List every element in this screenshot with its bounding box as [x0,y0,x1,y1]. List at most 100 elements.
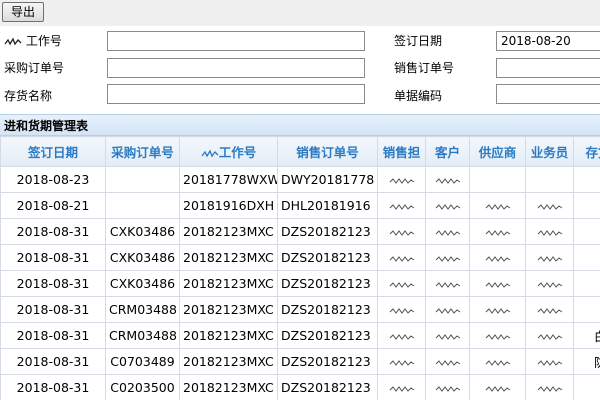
redacted-scribble-icon [537,385,562,392]
redacted-scribble-icon [485,307,510,314]
cell-sign-date: 2018-08-23 [0,166,106,193]
redacted-scribble-icon [389,307,414,314]
cell-sales-order: DZS20182123 [277,270,378,297]
sign-date-input[interactable]: 2018-08-20 [496,31,600,51]
redacted-scribble-icon [389,281,414,288]
sign-date-value: 2018-08-20 [501,34,571,48]
cell-sales-order: DZS20182123 [277,296,378,323]
col-sales-order[interactable]: 销售订单号 [277,136,378,167]
col-sales-rep[interactable]: 销售担 [377,136,426,167]
cell-sign-date: 2018-08-31 [0,244,106,271]
cell-inventory: 手 [573,244,600,271]
col-work-no[interactable]: 工作号 [179,136,278,167]
cell-customer [425,374,470,400]
col-inventory[interactable]: 存货 [573,136,600,167]
redacted-scribble-icon [435,385,460,392]
cell-sales-rep [377,374,426,400]
work-no-label-text: 工作号 [25,34,62,48]
table-row[interactable]: 2018-08-23 20181778WXW DWY20181778 [0,166,600,193]
toolbar: 导出 [0,0,600,27]
cell-inventory: 活 [573,296,600,323]
doc-code-input[interactable] [496,84,600,104]
redacted-scribble-icon [389,255,414,262]
cell-salesperson [525,244,574,271]
cell-supplier [469,348,526,375]
panel-title: 进和货期管理表 [0,114,600,136]
data-grid: 签订日期 采购订单号 工作号 销售订单号 销售担 客户 供应商 业务员 存货 2… [0,136,600,400]
cell-salesperson [525,296,574,323]
cell-inventory [573,166,600,193]
redacted-scribble-icon [485,359,510,366]
cell-supplier [469,296,526,323]
sales-order-input[interactable] [496,58,600,78]
cell-work-no: 20182123MXC [179,244,278,271]
redacted-scribble-icon [435,333,460,340]
redacted-scribble-icon [389,385,414,392]
redacted-scribble-icon [537,255,562,262]
redacted-scribble-icon [435,281,460,288]
work-no-input[interactable] [107,31,365,51]
cell-salesperson [525,374,574,400]
cell-sales-rep [377,270,426,297]
table-row[interactable]: 2018-08-31 CXK03486 20182123MXC DZS20182123… [0,218,600,245]
cell-sales-order: DZS20182123 [277,218,378,245]
cell-sign-date: 2018-08-31 [0,218,106,245]
cell-sales-rep [377,296,426,323]
inventory-name-input[interactable] [107,84,365,104]
table-row[interactable]: 2018-08-31 CXK03486 20182123MXC DZS20182123… [0,244,600,271]
col-sign-date[interactable]: 签订日期 [0,136,106,167]
cell-sign-date: 2018-08-31 [0,374,106,400]
cell-salesperson [525,166,574,193]
cell-supplier [469,166,526,193]
col-customer[interactable]: 客户 [425,136,470,167]
cell-work-no: 20182123MXC [179,374,278,400]
cell-purchase-order [105,166,180,193]
table-row[interactable]: 2018-08-21 20181916DXH DHL20181916 [0,192,600,219]
redacted-scribble-icon [485,333,510,340]
cell-purchase-order: CRM03488 [105,296,180,323]
work-no-label: 工作号 [4,33,62,49]
redacted-scribble-icon [537,307,562,314]
redacted-scribble-icon [537,359,562,366]
cell-sales-rep [377,192,426,219]
redacted-scribble-icon [485,385,510,392]
cell-work-no: 20181778WXW [179,166,278,193]
cell-supplier [469,270,526,297]
cell-purchase-order: CXK03486 [105,244,180,271]
cell-sales-rep [377,348,426,375]
table-row[interactable]: 2018-08-31 CRM03488 20182123MXC DZS20182123… [0,296,600,323]
cell-inventory: "常 [573,374,600,400]
cell-customer [425,296,470,323]
table-row[interactable]: 2018-08-31 CXK03486 20182123MXC DZS20182123… [0,270,600,297]
cell-sales-order: DZS20182123 [277,374,378,400]
cell-customer [425,322,470,349]
doc-code-label: 单据编码 [394,89,443,103]
col-purchase-order[interactable]: 采购订单号 [105,136,180,167]
purchase-order-input[interactable] [107,58,365,78]
table-row[interactable]: 2018-08-31 C0703489 20182123MXC DZS20182123… [0,348,600,375]
cell-salesperson [525,322,574,349]
redacted-scribble-icon [389,229,414,236]
table-row[interactable]: 2018-08-31 C0203500 20182123MXC DZS20182123… [0,374,600,400]
table-row[interactable]: 2018-08-31 CRM03488 20182123MXC DZS20182123… [0,322,600,349]
cell-work-no: 20182123MXC [179,296,278,323]
redacted-scribble-icon [389,333,414,340]
redacted-scribble-icon [389,203,414,210]
cell-customer [425,270,470,297]
cell-purchase-order [105,192,180,219]
cell-purchase-order: CRM03488 [105,322,180,349]
search-form: 工作号 签订日期 2018-08-20 采购订单号 销售订单号 存货名称 单据编… [0,26,600,114]
cell-supplier [469,192,526,219]
cell-work-no: 20182123MXC [179,348,278,375]
table-body: 2018-08-23 20181778WXW DWY20181778 2018-08-… [0,166,600,400]
export-button[interactable]: 导出 [2,2,45,22]
cell-sales-rep [377,218,426,245]
purchase-order-label: 采购订单号 [4,61,65,75]
col-supplier[interactable]: 供应商 [469,136,526,167]
cell-sign-date: 2018-08-31 [0,322,106,349]
cell-sales-order: DWY20181778 [277,166,378,193]
table-header-row: 签订日期 采购订单号 工作号 销售订单号 销售担 客户 供应商 业务员 存货 [0,136,600,167]
col-salesperson[interactable]: 业务员 [525,136,574,167]
redacted-scribble-icon [389,177,414,184]
cell-sign-date: 2018-08-31 [0,296,106,323]
